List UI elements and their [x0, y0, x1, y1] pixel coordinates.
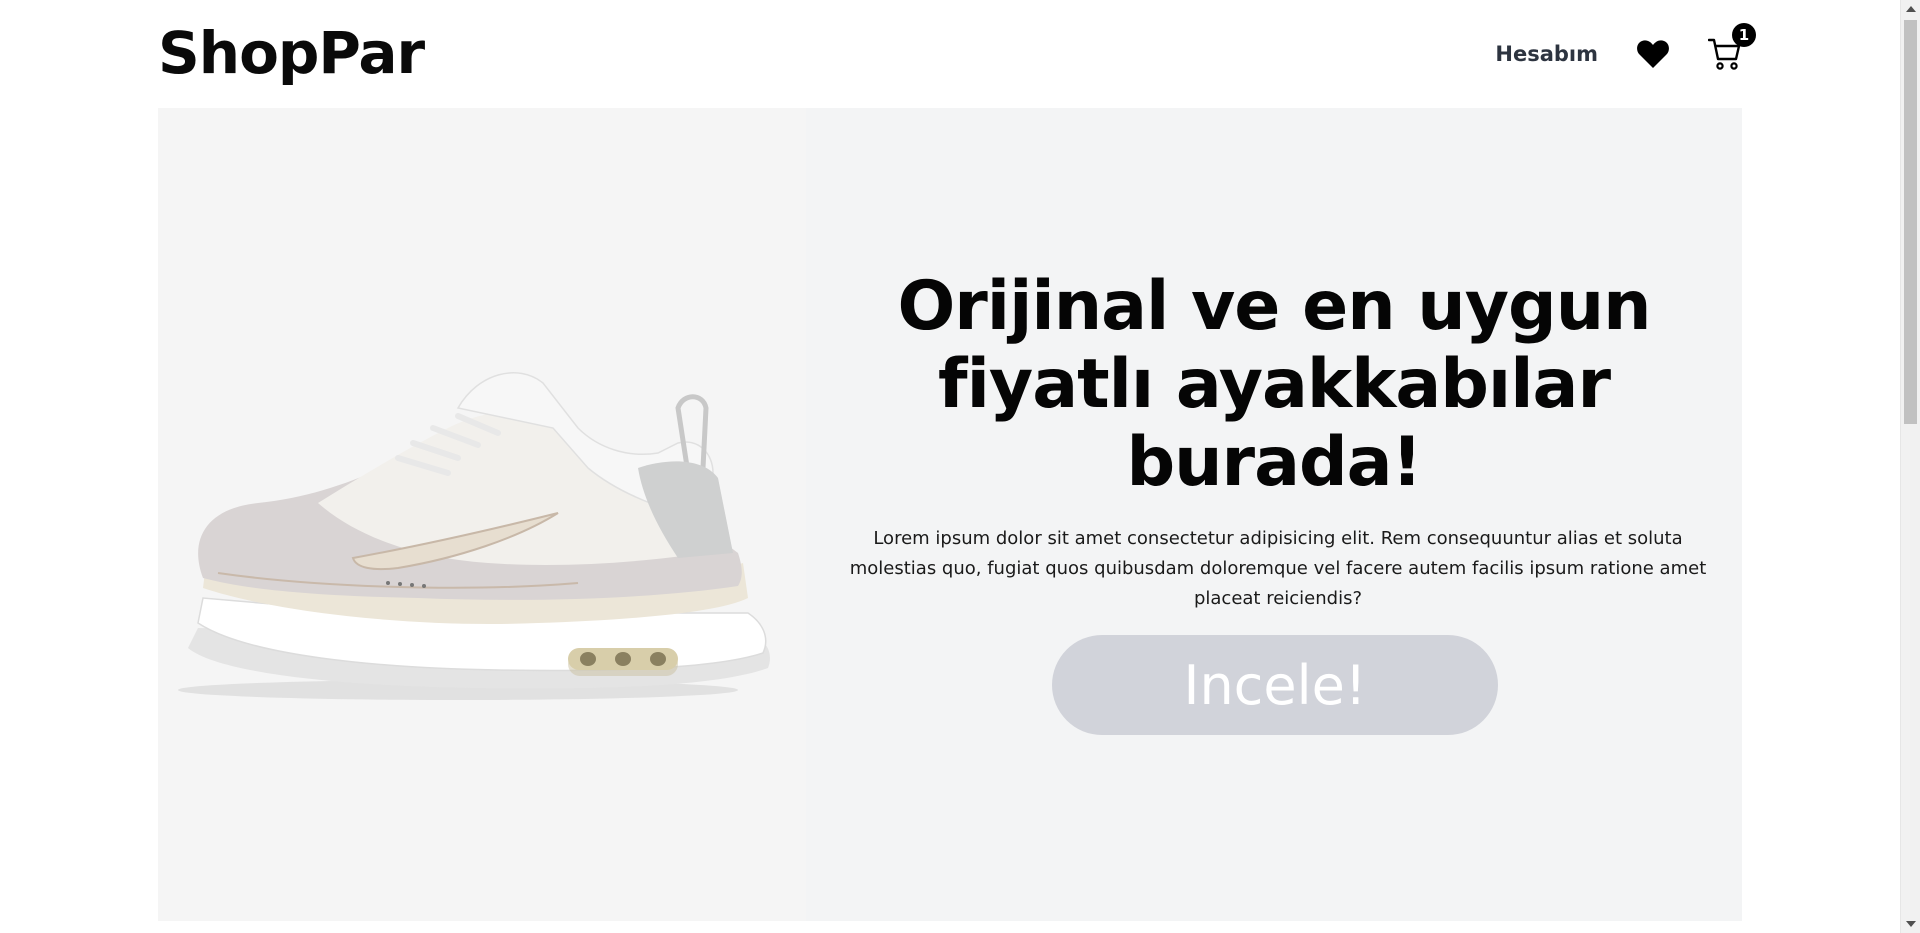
page: ShopPar Hesabım 1 Orijinal ve en uygun f…	[0, 0, 1920, 933]
hero-banner: Orijinal ve en uygun fiyatlı ayakkabılar…	[158, 108, 1742, 921]
site-logo[interactable]: ShopPar	[158, 18, 425, 88]
cart-count-badge: 1	[1732, 23, 1756, 47]
hero-description: Lorem ipsum dolor sit amet consectetur a…	[849, 528, 1707, 609]
vertical-scrollbar[interactable]	[1900, 0, 1920, 933]
scroll-up-arrow-icon[interactable]	[1906, 6, 1916, 12]
main-nav: Hesabım 1	[1495, 23, 1756, 78]
account-link[interactable]: Hesabım	[1495, 42, 1598, 66]
cart-button[interactable]: 1	[1708, 23, 1756, 71]
site-header: ShopPar Hesabım 1	[158, 0, 1756, 108]
sneaker-image	[158, 108, 806, 921]
hero-content: Orijinal ve en uygun fiyatlı ayakkabılar…	[806, 108, 1742, 921]
heart-icon[interactable]	[1636, 39, 1670, 69]
explore-button[interactable]: Incele!	[1052, 635, 1498, 735]
scroll-down-arrow-icon[interactable]	[1906, 921, 1916, 927]
scroll-thumb[interactable]	[1904, 20, 1917, 424]
hero-title: Orijinal ve en uygun fiyatlı ayakkabılar…	[897, 267, 1651, 502]
